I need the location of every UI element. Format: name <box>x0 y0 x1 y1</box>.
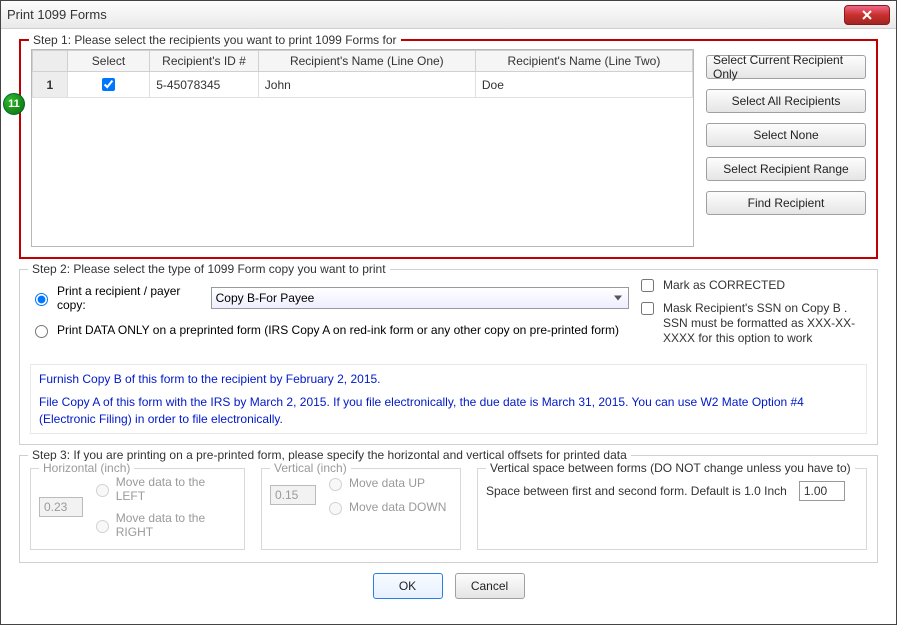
vspace-title: Vertical space between forms (DO NOT cha… <box>486 461 855 475</box>
select-all-button[interactable]: Select All Recipients <box>706 89 866 113</box>
ok-button[interactable]: OK <box>373 573 443 599</box>
recipients-grid[interactable]: Select Recipient's ID # Recipient's Name… <box>31 49 694 247</box>
close-icon <box>861 9 873 21</box>
col-select[interactable]: Select <box>67 51 150 72</box>
vertical-group: Vertical (inch) 0.15 Move data UP Move d… <box>261 468 461 550</box>
select-current-button[interactable]: Select Current Recipient Only <box>706 55 866 79</box>
step1-fieldset: Step 1: Please select the recipients you… <box>19 39 878 259</box>
move-right-radio <box>96 520 109 533</box>
window-title: Print 1099 Forms <box>7 7 107 22</box>
col-rownum <box>33 51 68 72</box>
vspace-desc: Space between first and second form. Def… <box>486 484 787 498</box>
cell-name1: John <box>258 72 475 98</box>
mark-corrected-label: Mark as CORRECTED <box>663 278 785 293</box>
move-left-radio <box>96 484 109 497</box>
mask-ssn-checkbox[interactable] <box>641 302 654 315</box>
move-right-label: Move data to the RIGHT <box>116 511 236 539</box>
button-column: Select Current Recipient Only Select All… <box>706 49 866 247</box>
vertical-title: Vertical (inch) <box>270 461 351 475</box>
print-copy-label: Print a recipient / payer copy: <box>57 284 205 312</box>
footer: OK Cancel <box>19 573 878 599</box>
col-name2[interactable]: Recipient's Name (Line Two) <box>475 51 692 72</box>
col-id[interactable]: Recipient's ID # <box>150 51 259 72</box>
vspace-group: Vertical space between forms (DO NOT cha… <box>477 468 867 550</box>
vspace-input[interactable]: 1.00 <box>799 481 845 501</box>
horizontal-input: 0.23 <box>39 497 83 517</box>
step3-fieldset: Step 3: If you are printing on a pre-pri… <box>19 455 878 563</box>
row-select-checkbox[interactable] <box>102 78 115 91</box>
find-recipient-button[interactable]: Find Recipient <box>706 191 866 215</box>
mark-corrected-checkbox[interactable] <box>641 279 654 292</box>
step-badge: 11 <box>3 93 25 115</box>
close-button[interactable] <box>844 5 890 25</box>
cancel-button[interactable]: Cancel <box>455 573 525 599</box>
dialog-window: Print 1099 Forms 11 Step 1: Please selec… <box>0 0 897 625</box>
cell-name2: Doe <box>475 72 692 98</box>
horizontal-title: Horizontal (inch) <box>39 461 134 475</box>
step3-title: Step 3: If you are printing on a pre-pri… <box>28 448 631 462</box>
row-number: 1 <box>33 72 68 98</box>
titlebar: Print 1099 Forms <box>1 1 896 29</box>
select-range-button[interactable]: Select Recipient Range <box>706 157 866 181</box>
cell-id: 5-45078345 <box>150 72 259 98</box>
content-area: Step 1: Please select the recipients you… <box>1 29 896 609</box>
move-down-radio <box>329 502 342 515</box>
select-none-button[interactable]: Select None <box>706 123 866 147</box>
step2-title: Step 2: Please select the type of 1099 F… <box>28 262 390 276</box>
col-name1[interactable]: Recipient's Name (Line One) <box>258 51 475 72</box>
note-line1: Furnish Copy B of this form to the recip… <box>39 371 858 388</box>
move-down-label: Move data DOWN <box>349 500 446 514</box>
print-data-only-label: Print DATA ONLY on a preprinted form (IR… <box>57 323 619 337</box>
vertical-input: 0.15 <box>270 485 316 505</box>
table-row[interactable]: 1 5-45078345 John Doe <box>33 72 693 98</box>
copy-select-value: Copy B-For Payee <box>216 291 315 305</box>
move-left-label: Move data to the LEFT <box>116 475 236 503</box>
print-copy-radio[interactable] <box>35 293 48 306</box>
note-line2: File Copy A of this form with the IRS by… <box>39 394 858 428</box>
mask-ssn-label: Mask Recipient's SSN on Copy B . SSN mus… <box>663 301 867 346</box>
move-up-label: Move data UP <box>349 476 425 490</box>
move-up-radio <box>329 478 342 491</box>
step2-fieldset: Step 2: Please select the type of 1099 F… <box>19 269 878 445</box>
step2-note: Furnish Copy B of this form to the recip… <box>30 364 867 434</box>
horizontal-group: Horizontal (inch) 0.23 Move data to the … <box>30 468 245 550</box>
step1-title: Step 1: Please select the recipients you… <box>29 33 401 47</box>
copy-select[interactable]: Copy B-For Payee <box>211 287 629 309</box>
print-data-only-radio[interactable] <box>35 325 48 338</box>
